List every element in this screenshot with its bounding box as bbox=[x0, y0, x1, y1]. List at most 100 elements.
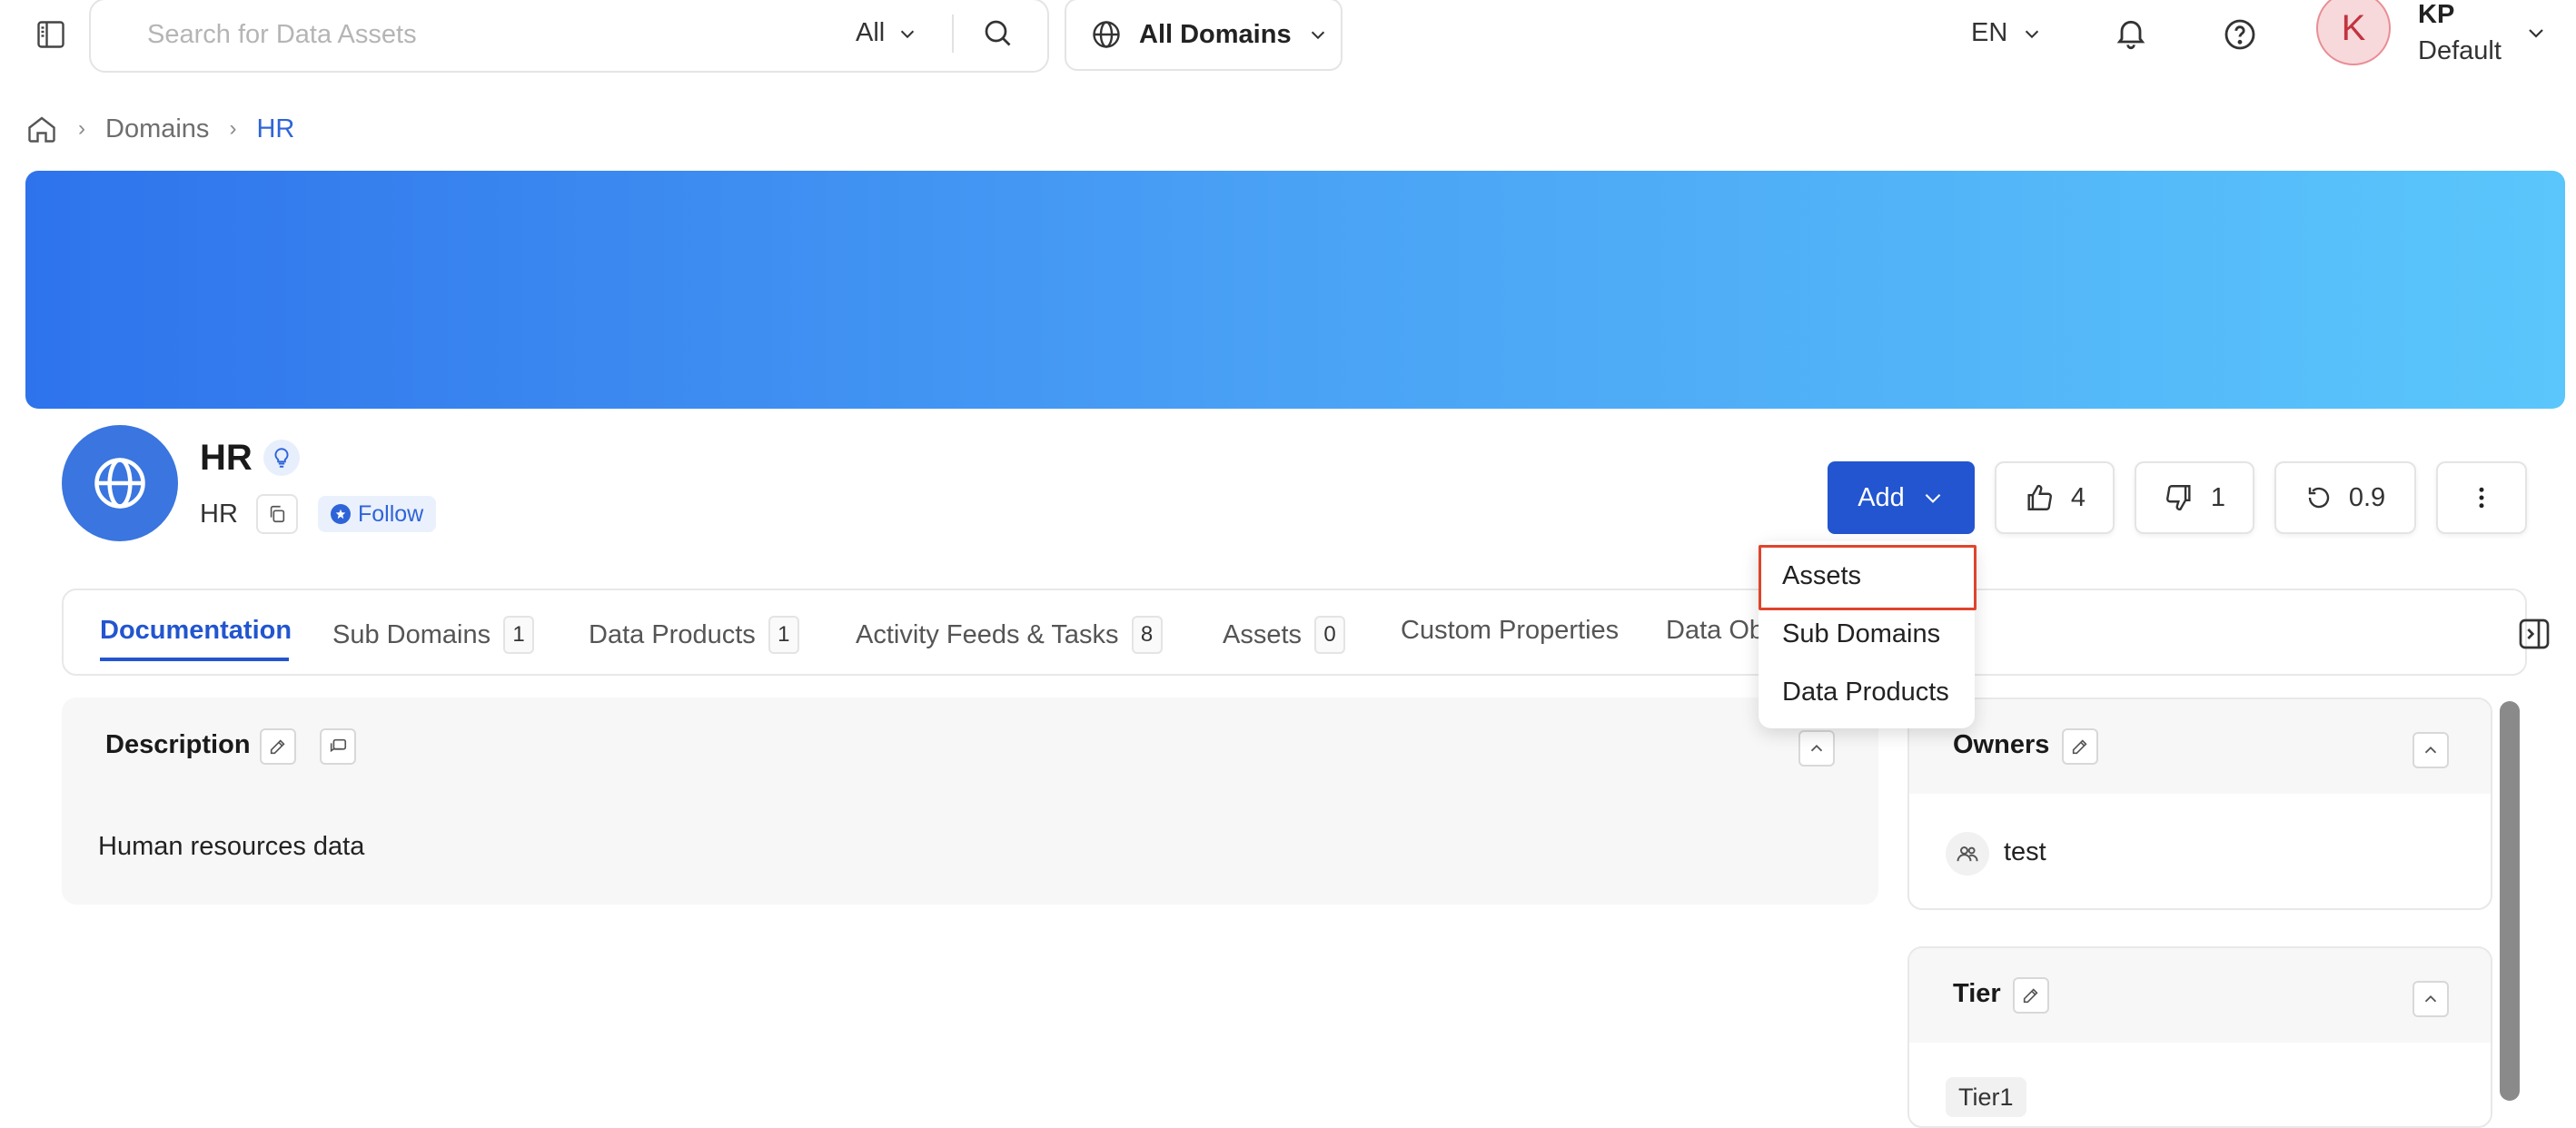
tab-data-observability[interactable]: Data Ob bbox=[1666, 616, 1764, 646]
tab-custom-properties[interactable]: Custom Properties bbox=[1401, 616, 1619, 646]
description-title: Description bbox=[105, 730, 251, 759]
copy-icon bbox=[270, 505, 285, 523]
user-role: Default bbox=[2418, 36, 2502, 65]
tab-label: Data Products bbox=[589, 619, 756, 649]
description-panel: Description Human resources data bbox=[62, 698, 1878, 905]
menu-item-assets[interactable]: Assets bbox=[1782, 561, 1861, 591]
description-text: Human resources data bbox=[98, 832, 365, 861]
thumbs-down-icon bbox=[2165, 485, 2191, 511]
chevron-up-icon bbox=[1810, 744, 1823, 752]
more-vertical-icon bbox=[2479, 487, 2484, 509]
star-icon bbox=[331, 504, 351, 524]
follow-button[interactable]: Follow bbox=[318, 496, 437, 532]
upvote-button[interactable]: 4 bbox=[1995, 461, 2115, 534]
tab-label: Assets bbox=[1223, 619, 1303, 649]
tab-assets[interactable]: Assets 0 bbox=[1223, 616, 1346, 654]
tab-documentation[interactable]: Documentation bbox=[100, 616, 292, 646]
version-number: 0.9 bbox=[2348, 482, 2386, 512]
page-title: HR bbox=[200, 438, 253, 478]
divider bbox=[952, 15, 954, 53]
suggest-description-button[interactable] bbox=[320, 728, 356, 765]
version-button[interactable]: 0.9 bbox=[2274, 461, 2416, 534]
lightbulb-icon[interactable] bbox=[263, 440, 300, 476]
tab-data-products[interactable]: Data Products 1 bbox=[589, 616, 799, 654]
home-icon[interactable] bbox=[25, 113, 58, 145]
owners-title: Owners bbox=[1953, 730, 2050, 759]
sidebar-toggle-icon[interactable] bbox=[35, 18, 71, 51]
scrollbar[interactable] bbox=[2500, 701, 2520, 1101]
chevron-up-icon bbox=[2424, 746, 2437, 754]
tab-label: Activity Feeds & Tasks bbox=[856, 619, 1119, 649]
globe-icon bbox=[1093, 21, 1120, 48]
active-tab-indicator bbox=[100, 658, 289, 661]
owner-name[interactable]: test bbox=[2004, 837, 2046, 867]
tab-label: Data Ob bbox=[1666, 616, 1764, 645]
chevron-down-icon[interactable] bbox=[2525, 22, 2547, 44]
search-icon[interactable] bbox=[981, 16, 1014, 49]
menu-item-data-products[interactable]: Data Products bbox=[1782, 678, 1949, 707]
search-input[interactable]: Search for Data Assets bbox=[147, 20, 417, 50]
collapse-description-button[interactable] bbox=[1798, 730, 1835, 767]
top-bar: Search for Data Assets All All Domains E… bbox=[0, 0, 2576, 86]
collapse-tier-button[interactable] bbox=[2413, 981, 2449, 1017]
add-dropdown-menu: Assets Sub Domains Data Products bbox=[1759, 541, 1977, 728]
tab-label: Sub Domains bbox=[332, 619, 491, 649]
help-icon[interactable] bbox=[2222, 16, 2258, 53]
tab-count-badge: 8 bbox=[1131, 616, 1163, 654]
tier-title: Tier bbox=[1953, 979, 2001, 1008]
copy-button[interactable] bbox=[256, 494, 298, 534]
domain-selector-label: All Domains bbox=[1139, 19, 1292, 49]
bell-icon[interactable] bbox=[2113, 15, 2149, 51]
add-button[interactable]: Add bbox=[1828, 461, 1975, 534]
tier-header: Tier bbox=[1909, 948, 2491, 1043]
search-box: Search for Data Assets All bbox=[89, 0, 1049, 73]
owners-card: Owners test bbox=[1907, 698, 2492, 910]
upvote-count: 4 bbox=[2070, 482, 2086, 512]
tab-activity-feeds[interactable]: Activity Feeds & Tasks 8 bbox=[856, 616, 1163, 654]
domain-globe-icon bbox=[62, 425, 178, 541]
tab-bar: Documentation Sub Domains 1 Data Products… bbox=[62, 589, 2550, 676]
add-label: Add bbox=[1858, 482, 1905, 512]
tab-label: Custom Properties bbox=[1401, 616, 1620, 645]
edit-tier-button[interactable] bbox=[2013, 977, 2049, 1014]
breadcrumb-item-domains[interactable]: Domains bbox=[105, 114, 209, 144]
tab-count-badge: 0 bbox=[1314, 616, 1346, 654]
breadcrumb-item-current[interactable]: HR bbox=[256, 114, 294, 144]
chevron-down-icon bbox=[1311, 31, 1324, 40]
thumbs-up-icon bbox=[2027, 484, 2052, 510]
chevron-down-icon bbox=[1925, 493, 1941, 503]
avatar-initial: K bbox=[2341, 7, 2366, 48]
panel-collapse-icon[interactable] bbox=[2516, 616, 2552, 652]
breadcrumb: › Domains › HR bbox=[25, 113, 294, 145]
tier-badge: Tier1 bbox=[1946, 1077, 2026, 1117]
user-name: KP bbox=[2418, 0, 2455, 29]
language-label: EN bbox=[1971, 18, 2008, 47]
breadcrumb-separator: › bbox=[78, 116, 85, 141]
domain-banner bbox=[25, 171, 2565, 409]
edit-icon bbox=[2023, 988, 2038, 1004]
domain-selector-button[interactable]: All Domains bbox=[1065, 0, 1342, 71]
history-icon bbox=[2308, 487, 2330, 509]
tab-label: Documentation bbox=[100, 616, 292, 645]
entity-subtitle: HR bbox=[200, 500, 238, 529]
avatar[interactable]: K bbox=[2316, 0, 2391, 65]
search-filter-dropdown[interactable]: All bbox=[856, 18, 917, 48]
search-filter-label: All bbox=[856, 18, 886, 47]
follow-label: Follow bbox=[358, 500, 424, 527]
chevron-up-icon bbox=[2424, 994, 2437, 1003]
language-selector[interactable]: EN bbox=[1971, 18, 2042, 48]
edit-icon bbox=[2072, 739, 2087, 755]
downvote-button[interactable]: 1 bbox=[2135, 461, 2254, 534]
more-options-button[interactable] bbox=[2436, 461, 2527, 534]
edit-owners-button[interactable] bbox=[2062, 728, 2098, 765]
chevron-down-icon bbox=[2026, 30, 2039, 38]
tab-count-badge: 1 bbox=[503, 616, 535, 654]
edit-description-button[interactable] bbox=[260, 728, 296, 765]
collapse-owners-button[interactable] bbox=[2413, 732, 2449, 768]
owners-header: Owners bbox=[1909, 699, 2491, 794]
comment-icon bbox=[330, 738, 347, 753]
tier-card: Tier Tier1 bbox=[1907, 946, 2492, 1128]
menu-item-sub-domains[interactable]: Sub Domains bbox=[1782, 619, 1940, 649]
tab-sub-domains[interactable]: Sub Domains 1 bbox=[332, 616, 535, 654]
chevron-down-icon bbox=[901, 30, 915, 38]
